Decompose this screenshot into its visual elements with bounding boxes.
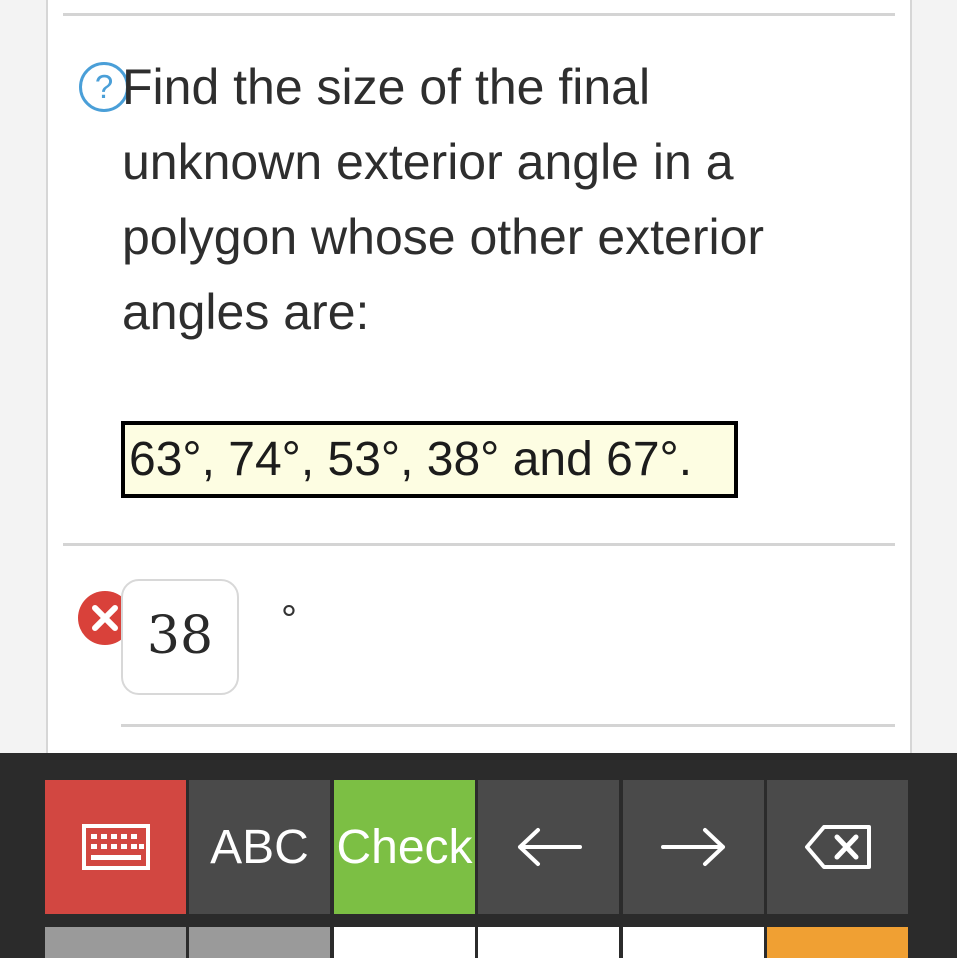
question-line: unknown exterior angle in a: [122, 134, 734, 190]
question-line: angles are:: [122, 284, 370, 340]
keyboard-key[interactable]: [189, 927, 330, 958]
backspace-icon: [804, 825, 871, 869]
left-arrow-button[interactable]: [478, 780, 619, 914]
keyboard-key[interactable]: [45, 927, 186, 958]
divider: [63, 543, 895, 546]
keyboard-key[interactable]: [478, 927, 619, 958]
answer-input[interactable]: 38: [121, 579, 239, 695]
keyboard-key[interactable]: [767, 927, 908, 958]
question-line: polygon whose other exterior: [122, 209, 765, 265]
degree-unit: °: [281, 598, 297, 642]
divider: [63, 13, 895, 16]
arrow-left-icon: [517, 828, 582, 866]
keyboard-toggle-button[interactable]: [45, 780, 186, 914]
arrow-right-icon: [660, 828, 725, 866]
keyboard-icon: [81, 824, 150, 870]
right-arrow-button[interactable]: [623, 780, 764, 914]
divider: [121, 724, 895, 727]
keyboard-key[interactable]: [334, 927, 475, 958]
abc-button[interactable]: ABC: [189, 780, 330, 914]
backspace-button[interactable]: [767, 780, 908, 914]
keyboard-key[interactable]: [623, 927, 764, 958]
given-angles: 63°, 74°, 53°, 38° and 67°.: [121, 421, 738, 498]
question-line: Find the size of the final: [122, 59, 651, 115]
check-button[interactable]: Check: [334, 780, 475, 914]
question-text: Find the size of the final unknown exter…: [122, 50, 852, 350]
